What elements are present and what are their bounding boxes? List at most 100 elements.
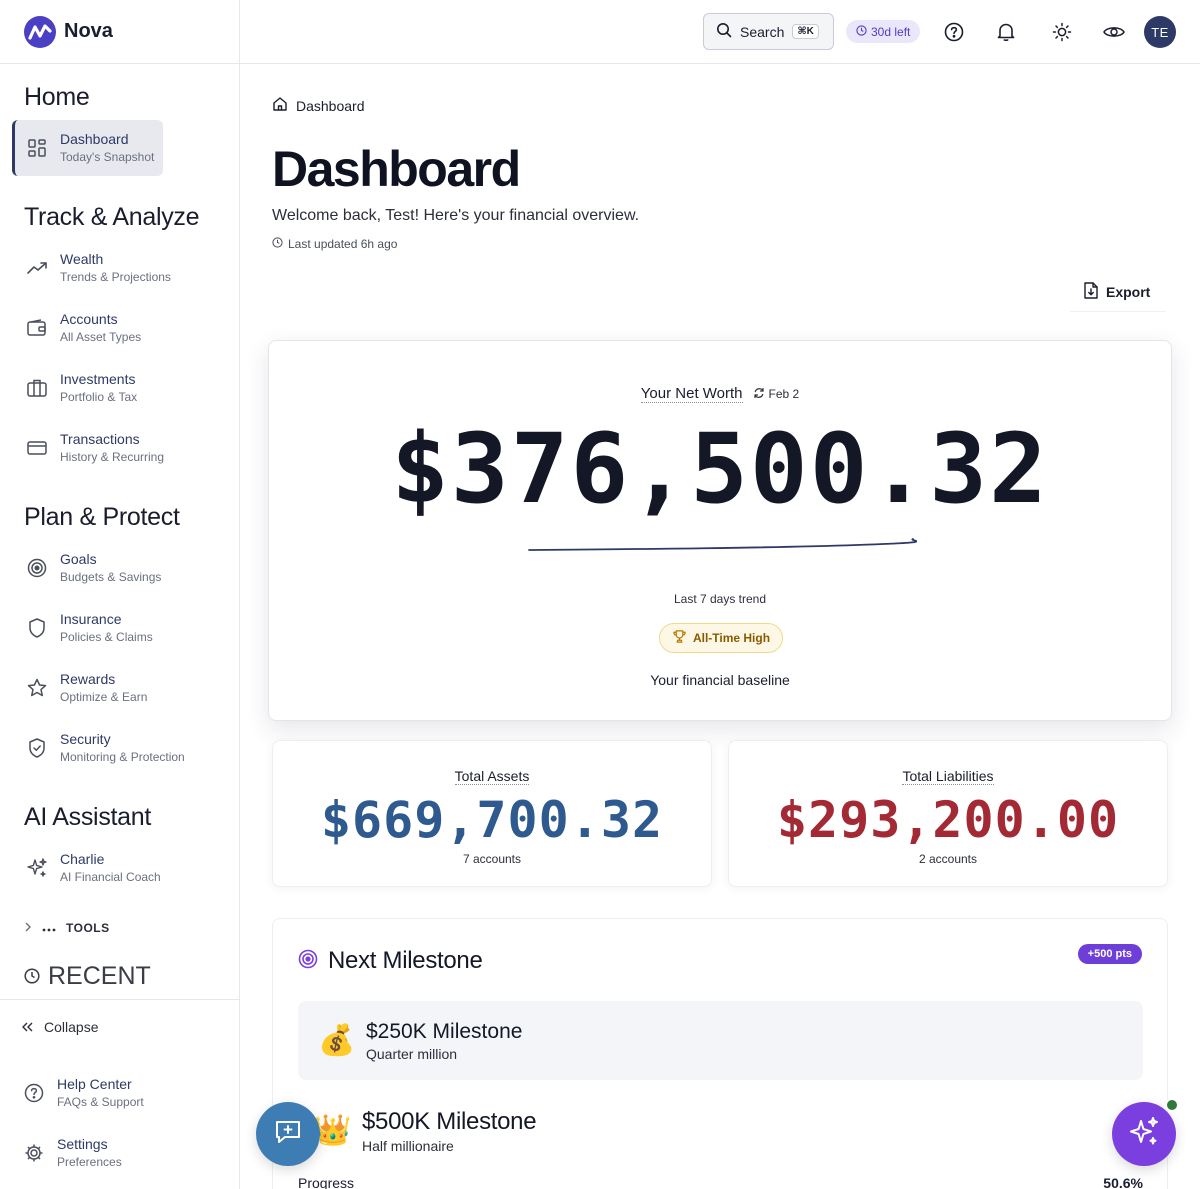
breadcrumb[interactable]: Dashboard (272, 96, 365, 115)
liabilities-sub: 2 accounts (918, 852, 978, 866)
trending-up-icon (26, 257, 48, 279)
ai-assistant-button[interactable] (1112, 1102, 1176, 1166)
recent-header[interactable]: RECENT (0, 962, 151, 991)
stat-label: Total Liabilities (729, 768, 1167, 785)
sidebar-item-sub: Preferences (57, 1155, 122, 1169)
search-label: Search (740, 23, 785, 40)
sidebar-item-sub: AI Financial Coach (60, 870, 161, 884)
trial-label: 30d left (871, 24, 911, 39)
bell-icon[interactable] (994, 20, 1018, 44)
target-icon (298, 949, 318, 974)
collapse-button[interactable]: Collapse (22, 1019, 98, 1035)
grid-icon (26, 137, 48, 159)
brand[interactable]: Nova (0, 0, 239, 64)
clock-icon (856, 24, 867, 39)
section-home: Home (24, 83, 90, 111)
sidebar-item-investments[interactable]: Investments Portfolio & Tax (0, 360, 137, 416)
top-bar: Search ⌘K 30d left TE (240, 0, 1200, 64)
sidebar-item-sub: Trends & Projections (60, 270, 171, 284)
sidebar-item-help[interactable]: Help Center FAQs & Support (0, 1065, 144, 1121)
help-icon[interactable] (942, 20, 966, 44)
sidebar-item-wealth[interactable]: Wealth Trends & Projections (0, 240, 171, 296)
net-worth-header: Your Net Worth Feb 2 (269, 385, 1171, 403)
milestone-progress: Progress 50.6% (298, 1175, 1143, 1189)
home-icon (272, 96, 288, 115)
sidebar-item-label: Goals (60, 551, 97, 567)
sidebar-item-accounts[interactable]: Accounts All Asset Types (0, 300, 141, 356)
sidebar-item-sub: Monitoring & Protection (60, 750, 185, 764)
sidebar-item-rewards[interactable]: Rewards Optimize & Earn (0, 660, 147, 716)
progress-value: 50.6% (1103, 1175, 1143, 1189)
collapse-label: Collapse (44, 1019, 99, 1035)
chevron-right-icon (24, 921, 32, 935)
shield-icon (26, 617, 48, 639)
more-horizontal-icon (42, 921, 56, 935)
sidebar-item-sub: FAQs & Support (57, 1095, 144, 1109)
clock-icon (24, 962, 40, 991)
sidebar-item-security[interactable]: Security Monitoring & Protection (0, 720, 185, 776)
sidebar-item-charlie[interactable]: Charlie AI Financial Coach (0, 840, 161, 896)
sidebar-item-label: Dashboard (60, 131, 129, 147)
sidebar-item-label: Security (60, 731, 111, 747)
search-shortcut: ⌘K (792, 24, 819, 39)
sidebar-item-label: Wealth (60, 251, 104, 267)
sidebar-item-sub: Portfolio & Tax (60, 390, 138, 404)
sidebar-item-goals[interactable]: Goals Budgets & Savings (0, 540, 161, 596)
milestone-current[interactable]: 💰 $250K Milestone Quarter million (298, 1001, 1143, 1080)
net-worth-caption: Your financial baseline (650, 672, 790, 688)
page-title: Dashboard (272, 141, 521, 197)
sidebar-item-label: Transactions (60, 431, 140, 447)
trial-badge[interactable]: 30d left (846, 20, 921, 43)
search-button[interactable]: Search ⌘K (703, 13, 834, 50)
net-worth-value: $376,500.32 (391, 413, 1049, 525)
last-updated-label: Last updated 6h ago (288, 237, 398, 251)
liabilities-label: Total Liabilities (902, 768, 994, 785)
badge-label: All-Time High (692, 631, 771, 645)
section-plan: Plan & Protect (24, 503, 180, 531)
sun-icon[interactable] (1050, 20, 1074, 44)
target-icon (26, 557, 48, 579)
sidebar-item-sub: All Asset Types (60, 330, 142, 344)
milestone-desc: Half millionaire (362, 1137, 454, 1154)
milestone-title: Next Milestone (328, 947, 483, 974)
sidebar-item-transactions[interactable]: Transactions History & Recurring (0, 420, 164, 476)
trophy-icon (672, 629, 687, 647)
next-milestone-card: Next Milestone +500 pts 💰 $250K Mileston… (272, 918, 1168, 1189)
tools-toggle[interactable]: TOOLS (0, 916, 110, 940)
trend-label: Last 7 days trend (673, 592, 767, 606)
star-icon (26, 677, 48, 699)
net-worth-sparkline (528, 538, 917, 551)
sidebar-item-sub: History & Recurring (60, 450, 165, 464)
stat-label: Total Assets (273, 768, 711, 785)
sidebar-item-sub: Optimize & Earn (60, 690, 148, 704)
milestone-header: Next Milestone (298, 947, 483, 975)
help-circle-icon (23, 1082, 45, 1104)
sidebar-item-sub: Policies & Claims (60, 630, 153, 644)
eye-icon[interactable] (1102, 20, 1126, 44)
briefcase-icon (26, 377, 48, 399)
clock-icon (272, 237, 283, 251)
date-label: Feb 2 (768, 387, 800, 401)
net-worth-card: Your Net Worth Feb 2 $376,500.32 Last 7 … (268, 340, 1172, 721)
export-button[interactable]: Export (1070, 272, 1166, 312)
sidebar-item-label: Insurance (60, 611, 122, 627)
sidebar-item-insurance[interactable]: Insurance Policies & Claims (0, 600, 153, 656)
sidebar-item-dashboard[interactable]: Dashboard Today's Snapshot (12, 120, 163, 176)
avatar[interactable]: TE (1144, 16, 1176, 48)
section-ai: AI Assistant (24, 803, 152, 831)
welcome-text: Welcome back, Test! Here's your financia… (272, 207, 640, 224)
recent-label: RECENT (48, 962, 151, 990)
sparkles-icon (26, 857, 48, 879)
milestone-desc: Quarter million (366, 1045, 458, 1062)
milestone-next[interactable]: 👑 $500K Milestone Half millionaire (298, 1091, 1143, 1170)
total-liabilities-card[interactable]: Total Liabilities $293,200.00 2 accounts (728, 740, 1168, 887)
net-worth-date[interactable]: Feb 2 (753, 387, 800, 402)
total-assets-card[interactable]: Total Assets $669,700.32 7 accounts (272, 740, 712, 887)
feedback-button[interactable] (256, 1102, 320, 1166)
last-updated: Last updated 6h ago (272, 237, 397, 251)
assets-value: $669,700.32 (320, 791, 664, 849)
sidebar-item-settings[interactable]: Settings Preferences (0, 1125, 122, 1181)
export-label: Export (1106, 283, 1151, 300)
section-track: Track & Analyze (24, 203, 200, 231)
wallet-icon (26, 317, 48, 339)
